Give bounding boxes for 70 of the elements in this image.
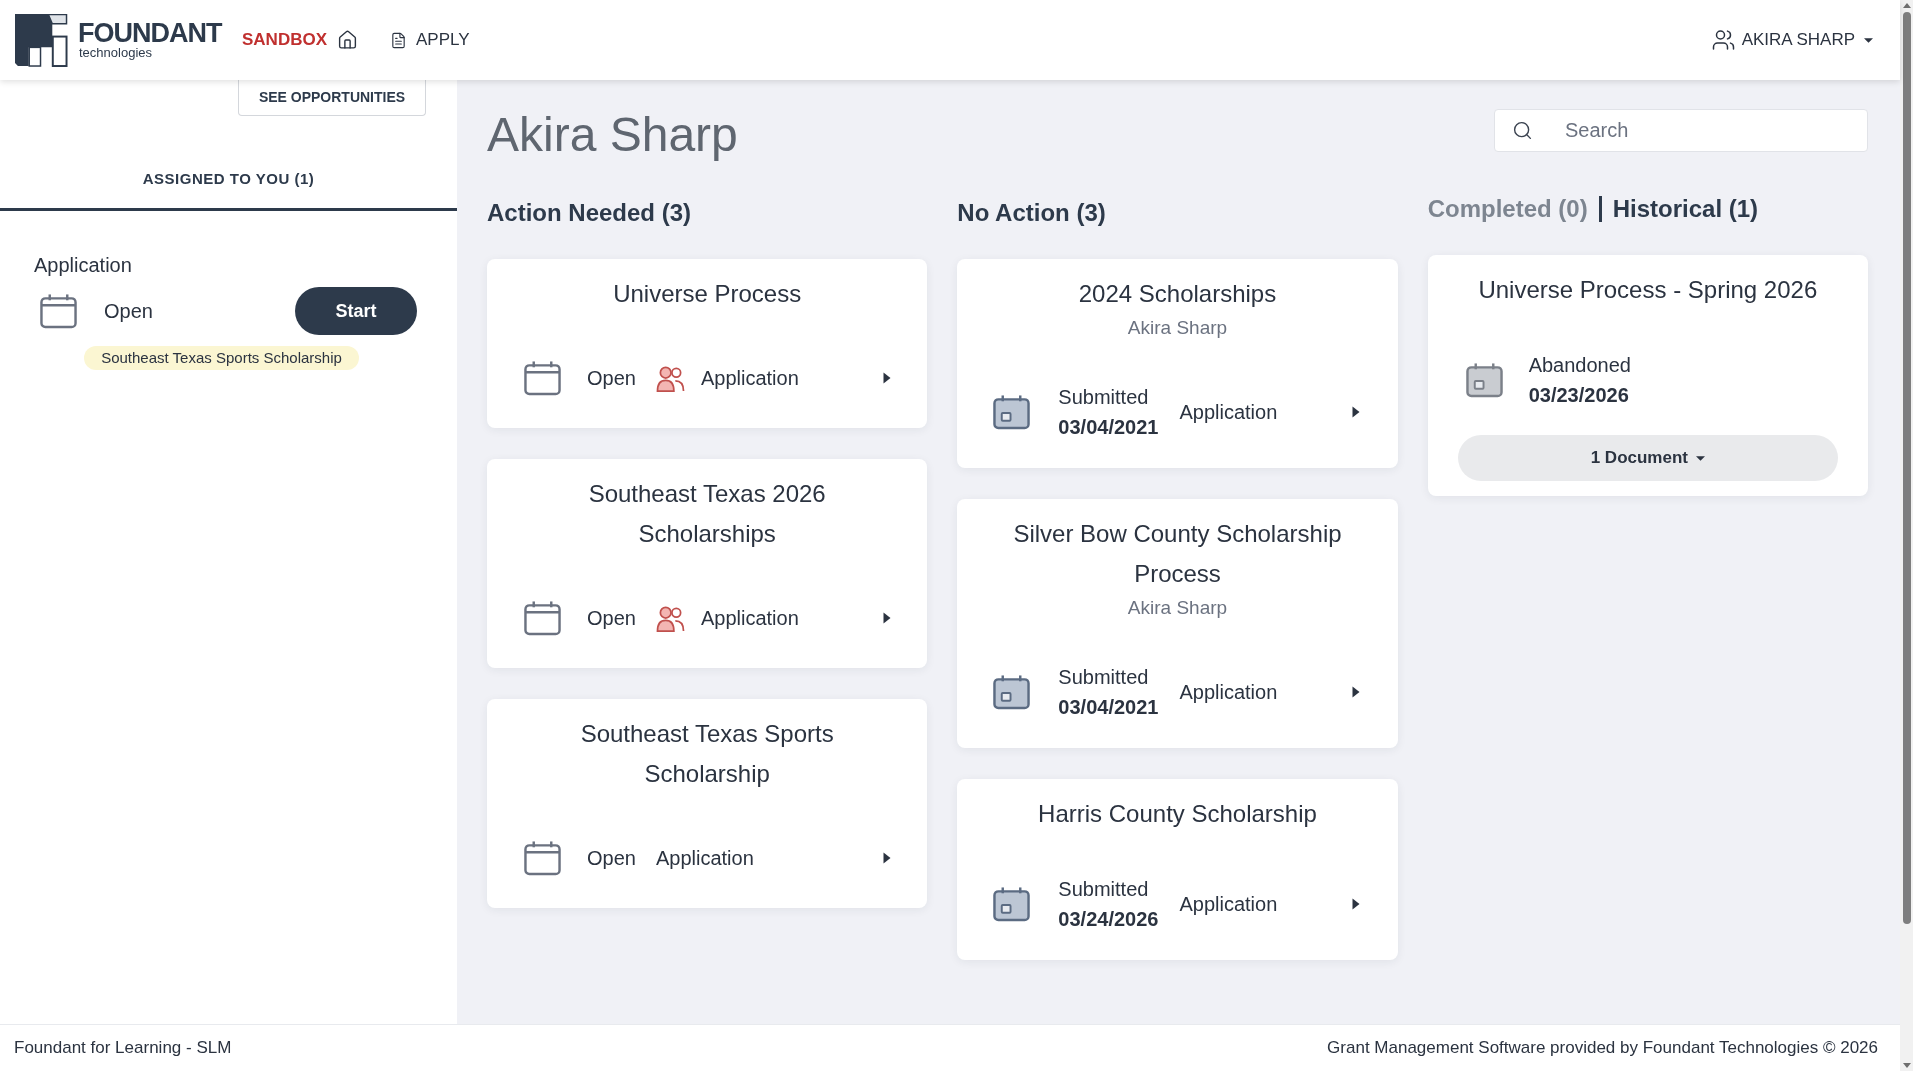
users-icon [1710, 28, 1736, 52]
scholarship-tag: Southeast Texas Sports Scholarship [84, 346, 359, 370]
card-subtitle: Akira Sharp [1126, 316, 1229, 340]
caret-down-icon [1864, 37, 1873, 43]
form-name: Application [700, 366, 799, 391]
task-type: Application [34, 253, 133, 277]
card-subtitle: Akira Sharp [1126, 596, 1229, 620]
scrollbar[interactable] [1900, 0, 1913, 1071]
status-text: Submitted [1058, 877, 1150, 902]
calendar-icon [993, 394, 1031, 430]
card-title: Southeast Texas Sports Scholarship [579, 719, 835, 789]
scrollbar-thumb[interactable] [1902, 12, 1911, 924]
form-name: Application [700, 606, 799, 631]
form-name: Application [1179, 680, 1278, 705]
status-text: Open [104, 299, 153, 324]
status-date: 03/04/2021 [1058, 695, 1159, 720]
see-opportunities-button[interactable]: SEE OPPORTUNITIES [238, 80, 426, 116]
caret-right-icon[interactable] [883, 372, 892, 384]
user-menu[interactable]: AKIRA SHARP [1710, 27, 1873, 53]
calendar-icon [524, 600, 561, 636]
status-date: 03/24/2026 [1058, 907, 1159, 932]
status-date: 03/23/2026 [1528, 383, 1630, 408]
calendar-icon [1465, 362, 1503, 398]
status-text: Open [587, 846, 636, 871]
status-text: Open [587, 606, 636, 631]
page-title: Akira Sharp [487, 107, 738, 163]
apply-link[interactable]: APPLY [390, 27, 470, 53]
scroll-up-icon[interactable] [1902, 3, 1911, 8]
documents-dropdown[interactable]: 1 Document [1457, 435, 1838, 481]
caret-right-icon[interactable] [883, 852, 892, 864]
status-date: 03/04/2021 [1058, 415, 1159, 440]
calendar-icon [524, 360, 561, 396]
caret-down-icon [1695, 455, 1705, 461]
column-heading: Action Needed (3) [487, 198, 693, 228]
start-button[interactable]: Start [295, 287, 417, 335]
footer-text: Foundant for Learning - SLM [14, 1037, 232, 1060]
document-icon [390, 30, 407, 50]
calendar-icon [993, 674, 1031, 710]
calendar-icon [993, 886, 1031, 922]
form-name: Application [1179, 892, 1278, 917]
card-title: Universe Process - Spring 2026 [1477, 275, 1819, 305]
card-title: 2024 Scholarships [1077, 279, 1278, 309]
calendar-icon [40, 293, 77, 329]
caret-right-icon[interactable] [1351, 686, 1360, 698]
card-title: Southeast Texas 2026 Scholarships [587, 479, 827, 549]
caret-right-icon[interactable] [883, 612, 892, 624]
status-text: Submitted [1058, 385, 1150, 410]
status-text: Submitted [1058, 665, 1150, 690]
calendar-icon [524, 840, 561, 876]
search-icon [1512, 120, 1533, 141]
card-title: Universe Process [612, 279, 803, 309]
logo-icon [15, 13, 68, 67]
form-name: Application [1179, 400, 1278, 425]
scroll-down-icon[interactable] [1902, 1063, 1911, 1068]
card-title: Harris County Scholarship [1037, 799, 1318, 829]
search-field[interactable]: Search [1494, 109, 1868, 152]
tab[interactable]: ASSIGNED TO YOU (1) [0, 150, 457, 211]
status-text: Abandoned [1528, 353, 1631, 378]
home-link[interactable] [337, 29, 358, 51]
card-title: Silver Bow County Scholarship Process [1012, 519, 1343, 589]
footer-text: Grant Management Software provided by Foundant Technologies © 2026 [1327, 1037, 1878, 1060]
home-icon [337, 29, 358, 51]
form-name: Application [655, 846, 754, 871]
status-text: Open [587, 366, 636, 391]
tab[interactable]: Historical (1) [1612, 194, 1759, 224]
environment-label: SANDBOX [242, 29, 327, 52]
column-heading: No Action (3) [957, 198, 1107, 228]
caret-right-icon[interactable] [1351, 898, 1360, 910]
caret-right-icon[interactable] [1351, 406, 1360, 418]
brand-tagline: technologies [79, 46, 153, 60]
